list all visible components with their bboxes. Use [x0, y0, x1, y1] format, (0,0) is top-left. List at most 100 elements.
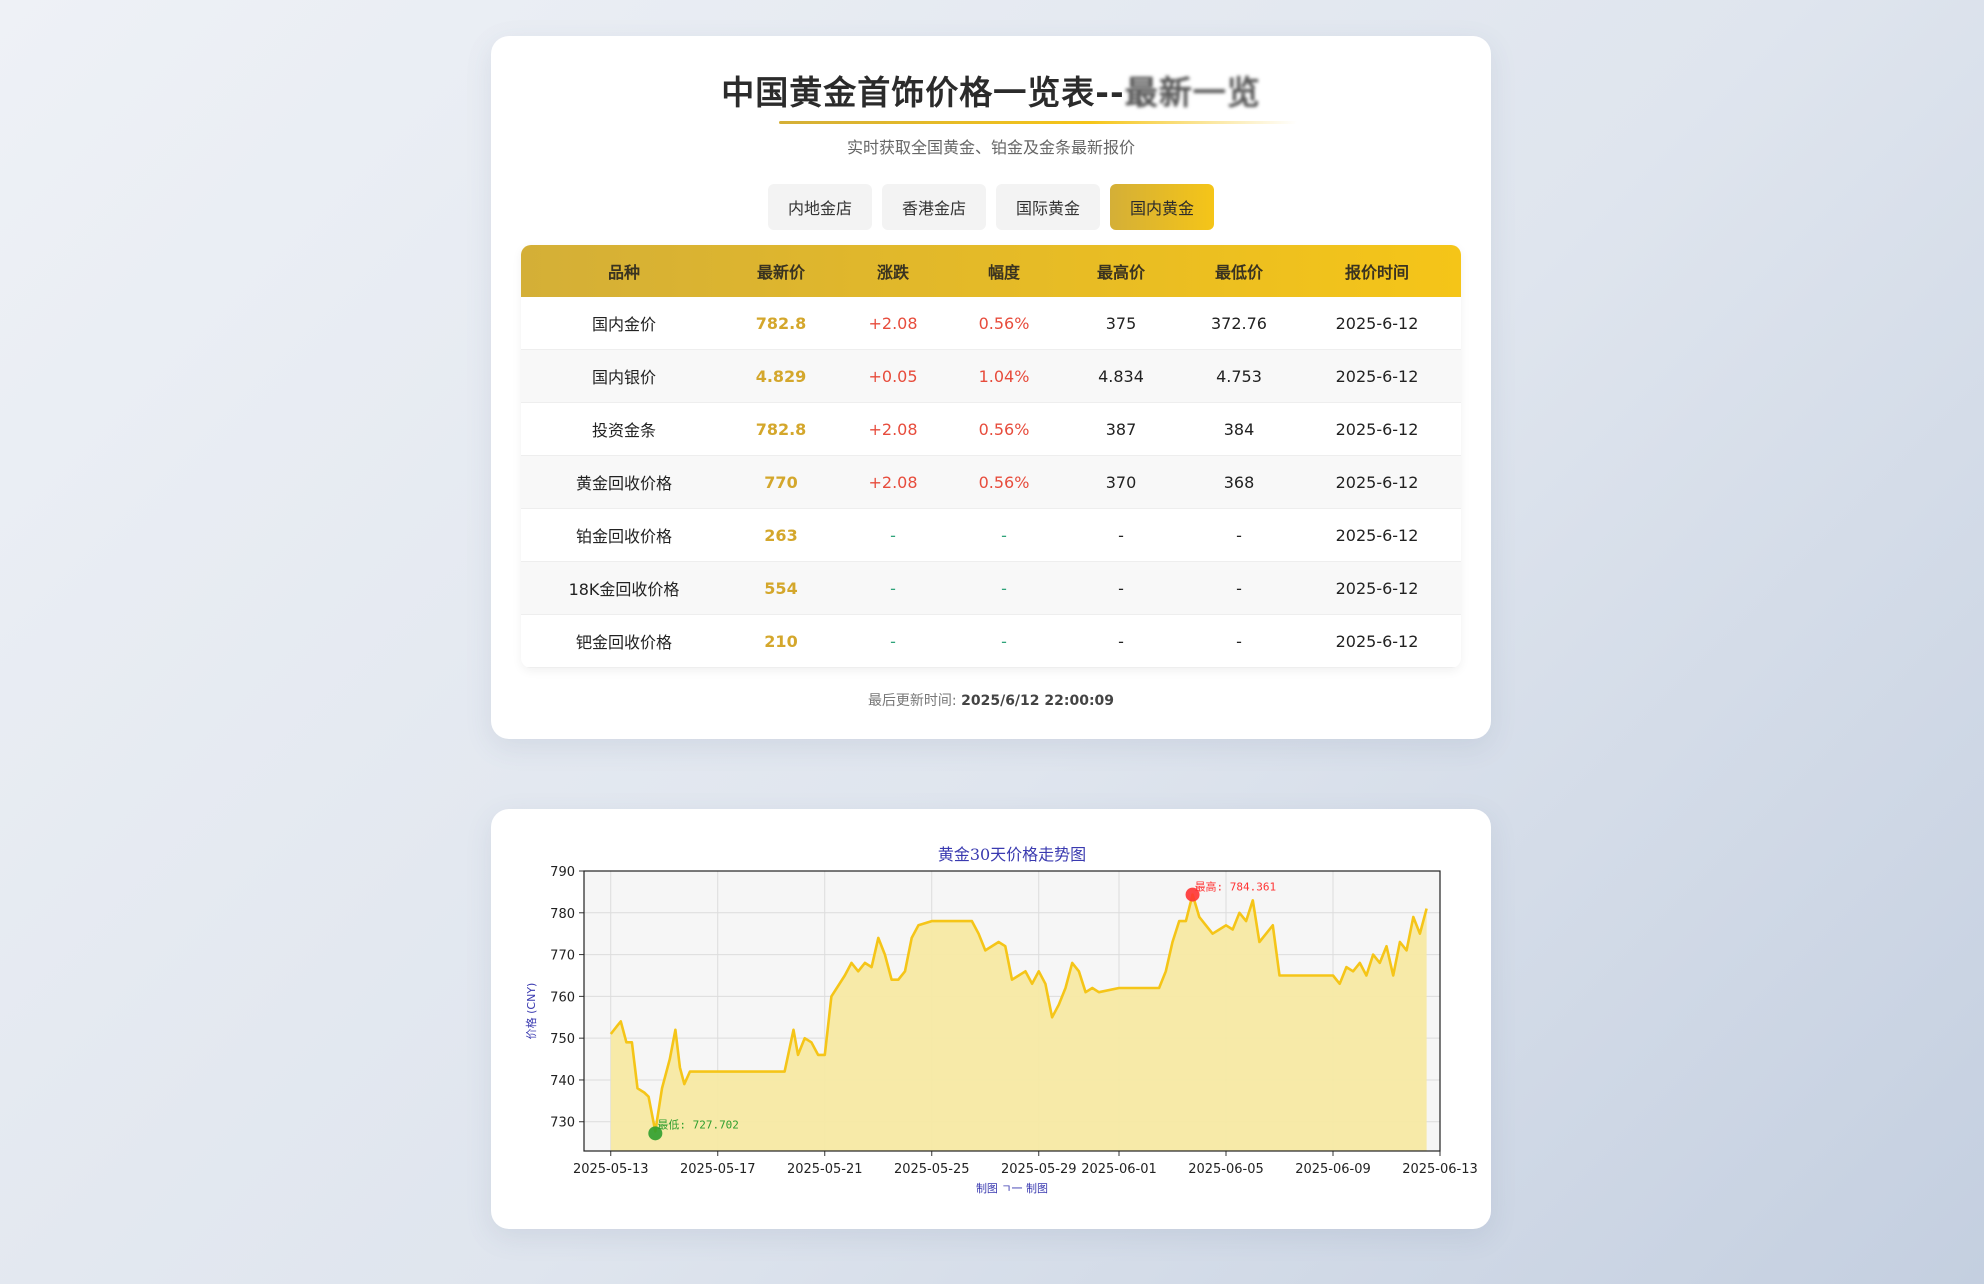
- y-tick-label: 740: [550, 1074, 575, 1089]
- y-tick-label: 780: [550, 907, 575, 922]
- cell-high: 387: [1105, 419, 1137, 439]
- cell-change-percent: -: [1001, 631, 1007, 651]
- header-latest-price: 最新价: [756, 263, 805, 282]
- table-row: 18K金回收价格 554 - - - - 2025-6-12: [521, 562, 1461, 615]
- x-tick-label: 2025-05-17: [680, 1162, 756, 1177]
- x-tick-label: 2025-06-09: [1295, 1162, 1371, 1177]
- chart-title: 黄金30天价格走势图: [938, 845, 1086, 864]
- cell-latest-price: 782.8: [755, 419, 807, 439]
- y-tick-label: 760: [550, 990, 575, 1005]
- cell-high: -: [1118, 631, 1124, 651]
- page-title: 中国黄金首饰价格一览表--最新一览: [715, 66, 1297, 124]
- cell-low: 4.753: [1216, 366, 1262, 386]
- cell-change: -: [890, 578, 896, 598]
- cell-low: -: [1236, 631, 1242, 651]
- table-row: 国内金价 782.8 +2.08 0.56% 375 372.76 2025-6-12: [521, 297, 1461, 350]
- table-row: 钯金回收价格 210 - - - - 2025-6-12: [521, 615, 1461, 668]
- price-table: 品种 最新价 涨跌 幅度 最高价 最低价 报价时间 国内金价 782.8 +2.08…: [521, 245, 1461, 668]
- cell-low: 368: [1223, 472, 1255, 492]
- cell-change: +2.08: [868, 472, 918, 492]
- page-subtitle: 实时获取全国黄金、铂金及金条最新报价: [846, 138, 1135, 157]
- cell-low: -: [1236, 525, 1242, 545]
- cell-change-percent: 0.56%: [978, 472, 1030, 492]
- cell-change: +0.05: [868, 366, 918, 386]
- cell-change: -: [890, 631, 896, 651]
- cell-change-percent: 0.56%: [978, 419, 1030, 439]
- x-tick-label: 2025-05-25: [894, 1162, 970, 1177]
- page-title-suffix: 最新一览: [1124, 73, 1261, 112]
- cell-change-percent: -: [1001, 525, 1007, 545]
- cell-change: +2.08: [868, 313, 918, 333]
- table-header-row: 品种 最新价 涨跌 幅度 最高价 最低价 报价时间: [521, 245, 1461, 297]
- cell-quote-time: 2025-6-12: [1335, 472, 1419, 492]
- cell-variety: 投资金条: [591, 421, 656, 440]
- cell-high: -: [1118, 578, 1124, 598]
- cell-high: 370: [1105, 472, 1137, 492]
- cell-variety: 钯金回收价格: [575, 633, 672, 652]
- table-row: 投资金条 782.8 +2.08 0.56% 387 384 2025-6-12: [521, 403, 1461, 456]
- x-tick-label: 2025-06-01: [1081, 1162, 1157, 1177]
- tab-hongkong-stores[interactable]: 香港金店: [881, 184, 986, 230]
- y-tick-label: 790: [550, 865, 575, 880]
- page-title-main: 中国黄金首饰价格一览表--: [721, 73, 1125, 112]
- table-row: 国内银价 4.829 +0.05 1.04% 4.834 4.753 2025-6-12: [521, 350, 1461, 403]
- x-tick-label: 2025-05-21: [787, 1162, 863, 1177]
- cell-variety: 18K金回收价格: [568, 580, 680, 599]
- table-row: 黄金回收价格 770 +2.08 0.56% 370 368 2025-6-12: [521, 456, 1461, 509]
- last-updated-value: 2025/6/12 22:00:09: [961, 693, 1115, 709]
- cell-variety: 国内银价: [591, 368, 656, 387]
- title-wrap: 中国黄金首饰价格一览表--最新一览: [491, 66, 1491, 124]
- tab-domestic-gold[interactable]: 国内黄金: [1110, 184, 1215, 230]
- header-change-percent: 幅度: [987, 263, 1020, 282]
- cell-variety: 铂金回收价格: [575, 527, 672, 546]
- cell-low: 372.76: [1211, 313, 1267, 333]
- cell-latest-price: 263: [764, 525, 798, 545]
- x-tick-label: 2025-05-29: [1001, 1162, 1077, 1177]
- min-point-label: 最低: 727.702: [657, 1118, 739, 1131]
- cell-high: 375: [1105, 313, 1137, 333]
- cell-high: 4.834: [1098, 366, 1144, 386]
- cell-change: +2.08: [868, 419, 918, 439]
- cell-high: -: [1118, 525, 1124, 545]
- chart-card: 730 740 750 760 770 780 790 2025-05-13 2025-05-1…: [491, 809, 1491, 1229]
- max-point-label: 最高: 784.361: [1195, 880, 1277, 894]
- cell-latest-price: 554: [764, 578, 798, 598]
- cell-change-percent: -: [1001, 578, 1007, 598]
- cell-low: -: [1236, 578, 1242, 598]
- cell-change-percent: 1.04%: [978, 366, 1030, 386]
- cell-variety: 国内金价: [591, 315, 656, 334]
- cell-latest-price: 4.829: [755, 366, 807, 386]
- x-tick-label: 2025-06-05: [1188, 1162, 1264, 1177]
- chart-y-axis-label: 价格 (CNY): [524, 983, 538, 1040]
- price-card: 中国黄金首饰价格一览表--最新一览 实时获取全国黄金、铂金及金条最新报价 内地金…: [491, 36, 1491, 739]
- x-tick-label: 2025-06-13: [1402, 1162, 1478, 1177]
- cell-latest-price: 770: [764, 472, 798, 492]
- x-tick-label: 2025-05-13: [573, 1162, 649, 1177]
- cell-latest-price: 782.8: [755, 313, 807, 333]
- price-trend-chart: 730 740 750 760 770 780 790 2025-05-13 2025-05-1…: [524, 845, 1478, 1195]
- cell-quote-time: 2025-6-12: [1335, 631, 1419, 651]
- cell-change: -: [890, 525, 896, 545]
- cell-quote-time: 2025-6-12: [1335, 578, 1419, 598]
- header-change: 涨跌: [876, 263, 909, 282]
- last-updated: 最后更新时间: 2025/6/12 22:00:09: [491, 690, 1491, 710]
- cell-low: 384: [1223, 419, 1255, 439]
- cell-quote-time: 2025-6-12: [1335, 366, 1419, 386]
- cell-quote-time: 2025-6-12: [1335, 419, 1419, 439]
- cell-variety: 黄金回收价格: [575, 474, 672, 493]
- tab-bar: 内地金店 香港金店 国际黄金 国内黄金: [491, 184, 1491, 230]
- table-row: 铂金回收价格 263 - - - - 2025-6-12: [521, 509, 1461, 562]
- header-variety: 品种: [607, 263, 640, 282]
- y-tick-label: 770: [550, 949, 575, 964]
- tab-mainland-stores[interactable]: 内地金店: [767, 184, 872, 230]
- header-high: 最高价: [1096, 263, 1145, 282]
- title-underline: [779, 121, 1297, 124]
- cell-quote-time: 2025-6-12: [1335, 313, 1419, 333]
- header-quote-time: 报价时间: [1344, 263, 1409, 282]
- y-tick-label: 730: [550, 1116, 575, 1131]
- chart-x-axis-label: 制图 ㄱ一 制图: [976, 1182, 1048, 1195]
- cell-latest-price: 210: [764, 631, 798, 651]
- y-tick-label: 750: [550, 1032, 575, 1047]
- tab-international-gold[interactable]: 国际黄金: [996, 184, 1101, 230]
- last-updated-label: 最后更新时间:: [867, 693, 962, 709]
